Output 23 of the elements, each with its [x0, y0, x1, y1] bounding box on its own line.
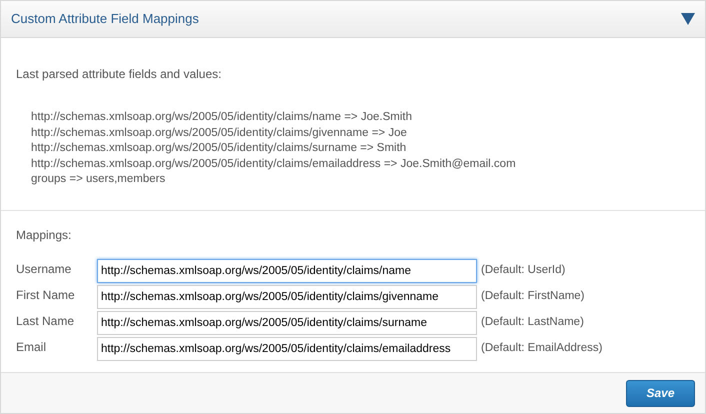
collapse-triangle-icon[interactable] — [681, 13, 695, 25]
field-label: First Name — [16, 287, 76, 304]
default-hint: (Default: FirstName) — [481, 289, 585, 304]
parsed-attribute-line: http://schemas.xmlsoap.org/ws/2005/05/identity/claims/surname => Smith — [31, 141, 408, 156]
parsed-heading: Last parsed attribute fields and values: — [16, 66, 222, 82]
mapping-input[interactable]: http://schemas.xmlsoap.org/ws/2005/05/identity/claims/givenname — [97, 285, 477, 309]
parsed-attribute-line: groups => users,members — [31, 172, 166, 187]
panel-header[interactable]: Custom Attribute Field Mappings — [1, 1, 705, 38]
mappings-heading: Mappings: — [16, 226, 72, 242]
parsed-attribute-line: http://schemas.xmlsoap.org/ws/2005/05/identity/claims/name => Joe.Smith — [31, 110, 413, 125]
mapping-input[interactable]: http://schemas.xmlsoap.org/ws/2005/05/identity/claims/surname — [97, 311, 477, 335]
save-button[interactable]: Save — [626, 380, 695, 406]
parsed-attribute-line: http://schemas.xmlsoap.org/ws/2005/05/identity/claims/emailaddress => Joe.Smith@email.com — [31, 156, 517, 172]
parsed-attribute-line: http://schemas.xmlsoap.org/ws/2005/05/identity/claims/givenname => Joe — [31, 126, 408, 140]
panel-title: Custom Attribute Field Mappings — [11, 10, 199, 28]
field-label: Last Name — [16, 313, 76, 330]
default-hint: (Default: UserId) — [481, 263, 566, 278]
mapping-input[interactable]: http://schemas.xmlsoap.org/ws/2005/05/identity/claims/emailaddress — [97, 337, 477, 361]
default-hint: (Default: EmailAddress) — [481, 341, 602, 356]
mapping-input[interactable]: http://schemas.xmlsoap.org/ws/2005/05/identity/claims/name — [97, 259, 477, 283]
field-label: Email — [16, 339, 48, 356]
default-hint: (Default: LastName) — [481, 315, 584, 330]
field-label: Username — [16, 261, 72, 278]
